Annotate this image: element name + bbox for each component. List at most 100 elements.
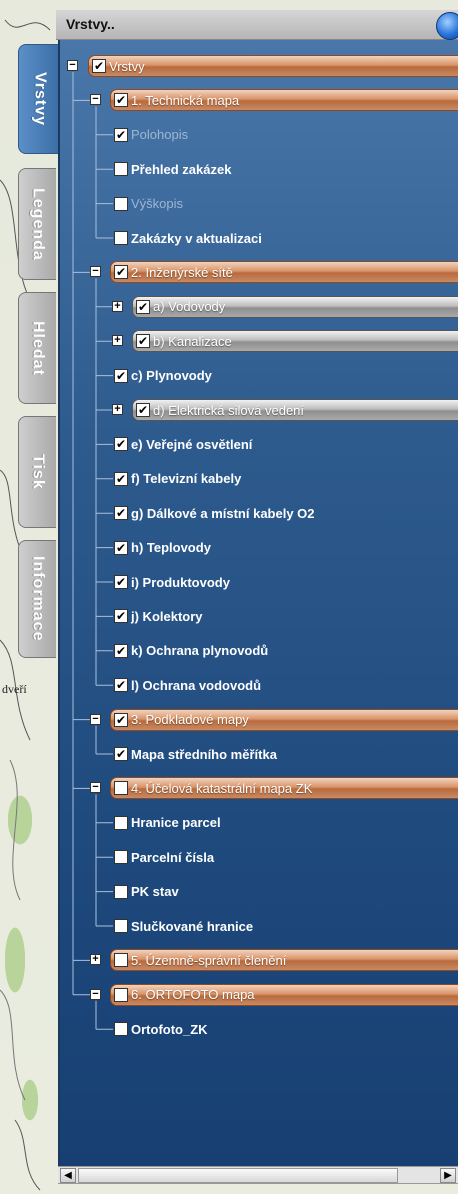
group-toggle-3[interactable]: − xyxy=(90,713,101,725)
layer-checkbox[interactable]: ✔ xyxy=(114,265,128,280)
layer-label: Výškopis xyxy=(131,196,184,212)
layer-label: d) Elektrická silová vedení xyxy=(153,402,305,418)
layer-item[interactable]: ✔ e) Veřejné osvětlení xyxy=(110,432,458,456)
layer-item[interactable]: Slučkované hranice xyxy=(110,914,458,938)
layer-label: e) Veřejné osvětlení xyxy=(131,436,253,452)
scroll-thumb[interactable] xyxy=(78,1168,398,1183)
tab-hledat[interactable]: Hledat xyxy=(18,292,56,404)
layer-label: 1. Technická mapa xyxy=(131,92,240,108)
layer-group-6[interactable]: 6. ORTOFOTO mapa xyxy=(110,983,458,1007)
layer-label: c) Plynovody xyxy=(131,368,212,384)
layer-group-2[interactable]: ✔ 2. Inženýrské sítě xyxy=(110,260,458,284)
layer-item[interactable]: Hranice parcel xyxy=(110,811,458,835)
layer-checkbox[interactable] xyxy=(114,196,128,211)
scroll-left-button[interactable]: ◀ xyxy=(60,1168,76,1183)
layer-item[interactable]: Ortofoto_ZK xyxy=(110,1017,458,1041)
layer-checkbox[interactable] xyxy=(114,850,128,865)
horizontal-scrollbar[interactable]: ◀ ▶ xyxy=(58,1166,458,1184)
layer-item[interactable]: Přehled zakázek xyxy=(110,157,458,181)
layer-item[interactable]: ✔ Polohopis xyxy=(110,123,458,147)
subgroup-toggle[interactable]: + xyxy=(112,404,123,415)
layer-label: PK stav xyxy=(131,884,179,900)
layer-checkbox[interactable]: ✔ xyxy=(114,609,128,624)
layer-checkbox[interactable]: ✔ xyxy=(114,93,128,108)
layer-label: 2. Inženýrské sítě xyxy=(131,264,233,280)
layer-checkbox[interactable] xyxy=(114,781,128,796)
layer-checkbox[interactable]: ✔ xyxy=(114,643,128,658)
layer-checkbox[interactable]: ✔ xyxy=(114,678,128,693)
scroll-right-button[interactable]: ▶ xyxy=(440,1168,456,1183)
layer-item[interactable]: PK stav xyxy=(110,880,458,904)
layer-checkbox[interactable]: ✔ xyxy=(92,59,106,73)
layer-subgroup[interactable]: ✔ a) Vodovody xyxy=(132,295,458,319)
layer-checkbox[interactable]: ✔ xyxy=(114,506,128,521)
layer-subgroup[interactable]: ✔ d) Elektrická silová vedení xyxy=(132,398,458,422)
subgroup-toggle[interactable]: + xyxy=(112,300,123,312)
layer-checkbox[interactable] xyxy=(114,884,128,899)
layer-checkbox[interactable]: ✔ xyxy=(114,540,128,555)
layer-label: Zakázky v aktualizaci xyxy=(131,230,262,246)
layer-panel: − ✔ Vrstvy − ✔ 1. Technická mapa ✔ Polohopis Pře… xyxy=(58,40,458,1166)
tab-hledat-label: Hledat xyxy=(29,320,47,376)
group-toggle-4[interactable]: − xyxy=(90,782,101,794)
layer-item[interactable]: ✔ f) Televizní kabely xyxy=(110,467,458,491)
tab-tisk[interactable]: Tisk xyxy=(18,416,56,528)
group-toggle-5[interactable]: + xyxy=(90,954,101,966)
layer-checkbox[interactable] xyxy=(114,162,128,177)
subgroup-toggle[interactable]: + xyxy=(112,335,123,347)
layer-checkbox[interactable]: ✔ xyxy=(136,299,150,314)
tab-informace[interactable]: Informace xyxy=(18,540,56,658)
globe-icon[interactable] xyxy=(436,12,458,40)
tab-legenda[interactable]: Legenda xyxy=(18,168,56,280)
layer-label: a) Vodovody xyxy=(153,299,226,315)
layer-checkbox[interactable]: ✔ xyxy=(114,471,128,486)
layer-label: 3. Podkladové mapy xyxy=(131,712,249,728)
layer-group-5[interactable]: 5. Územně-správní členění xyxy=(110,948,458,972)
layer-checkbox[interactable] xyxy=(114,953,128,968)
layer-item[interactable]: ✔ Mapa středního měřítka xyxy=(110,742,458,766)
layer-item[interactable]: ✔ j) Kolektory xyxy=(110,604,458,628)
layer-item[interactable]: Zakázky v aktualizaci xyxy=(110,226,458,250)
layer-checkbox[interactable]: ✔ xyxy=(114,437,128,452)
layer-checkbox[interactable] xyxy=(114,987,128,1002)
layer-item[interactable]: ✔ h) Teplovody xyxy=(110,536,458,560)
layer-label: Přehled zakázek xyxy=(131,161,232,177)
tab-tisk-label: Tisk xyxy=(29,454,47,490)
layer-group-3[interactable]: ✔ 3. Podkladové mapy xyxy=(110,708,458,732)
root-collapse-button[interactable]: − xyxy=(67,60,78,71)
layer-label: Ortofoto_ZK xyxy=(131,1021,208,1037)
layer-label: g) Dálkové a místní kabely O2 xyxy=(131,505,315,521)
layer-label: h) Teplovody xyxy=(131,540,211,556)
layer-item[interactable]: ✔ l) Ochrana vodovodů xyxy=(110,673,458,697)
layer-item[interactable]: ✔ k) Ochrana plynovodů xyxy=(110,639,458,663)
layer-checkbox[interactable]: ✔ xyxy=(114,575,128,589)
group-toggle-1[interactable]: − xyxy=(90,94,101,106)
tab-vrstvy[interactable]: Vrstvy xyxy=(18,44,60,154)
layer-group-1[interactable]: ✔ 1. Technická mapa xyxy=(110,88,458,112)
layer-item[interactable]: ✔ i) Produktovody xyxy=(110,570,458,594)
layer-checkbox[interactable]: ✔ xyxy=(114,712,128,727)
layer-item[interactable]: ✔ c) Plynovody xyxy=(110,364,458,388)
layer-group-4[interactable]: 4. Účelová katastrální mapa ZK xyxy=(110,776,458,800)
group-toggle-2[interactable]: − xyxy=(90,266,101,278)
layer-checkbox[interactable] xyxy=(114,231,128,245)
layer-item[interactable]: ✔ g) Dálkové a místní kabely O2 xyxy=(110,501,458,525)
layer-item[interactable]: Parcelní čísla xyxy=(110,845,458,869)
layer-checkbox[interactable]: ✔ xyxy=(114,127,128,142)
layer-checkbox[interactable] xyxy=(114,919,128,933)
layer-root-vrstvy[interactable]: ✔ Vrstvy xyxy=(88,54,458,78)
layer-checkbox[interactable] xyxy=(114,1022,128,1037)
layer-label: Parcelní čísla xyxy=(131,849,215,865)
layer-checkbox[interactable]: ✔ xyxy=(136,403,150,417)
layer-checkbox[interactable]: ✔ xyxy=(114,368,128,383)
group-toggle-6[interactable]: − xyxy=(90,988,101,1000)
tab-informace-label: Informace xyxy=(29,556,47,642)
layer-checkbox[interactable]: ✔ xyxy=(136,334,150,349)
layer-item[interactable]: Výškopis xyxy=(110,192,458,216)
layer-checkbox[interactable]: ✔ xyxy=(114,747,128,761)
layer-label: 4. Účelová katastrální mapa ZK xyxy=(131,780,313,796)
layer-tree: − ✔ Vrstvy − ✔ 1. Technická mapa ✔ Polohopis Pře… xyxy=(60,40,458,1166)
layer-checkbox[interactable] xyxy=(114,815,128,830)
tab-legenda-label: Legenda xyxy=(29,187,47,261)
layer-subgroup[interactable]: ✔ b) Kanalizace xyxy=(132,329,458,353)
